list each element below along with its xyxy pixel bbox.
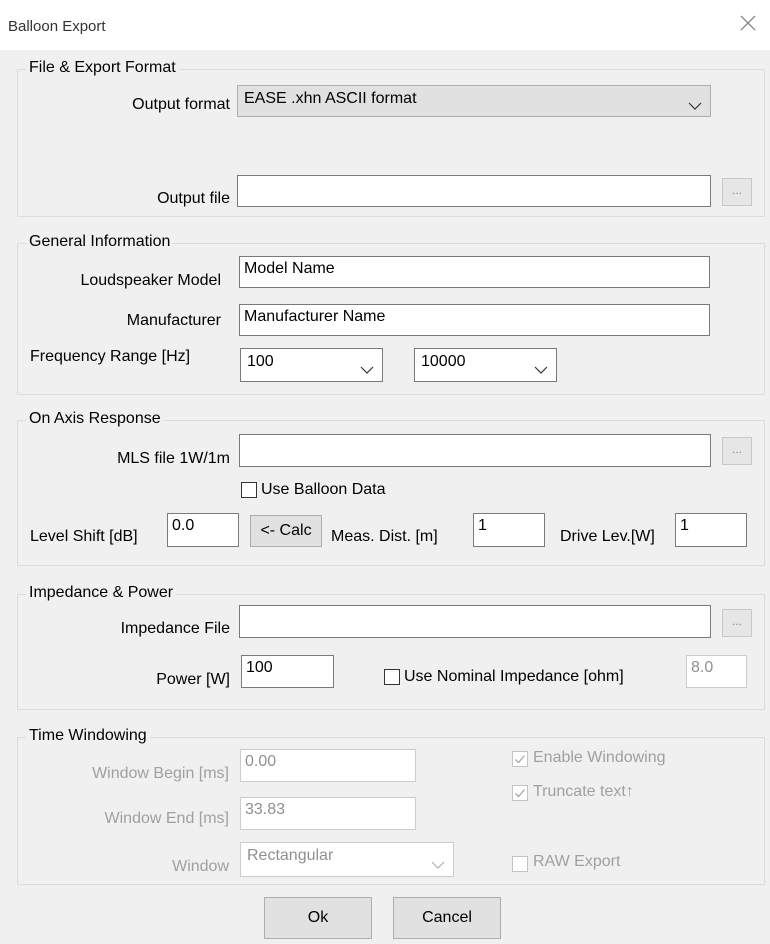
- output-file-browse-button[interactable]: ...: [722, 178, 752, 206]
- loudspeaker-model-label: Loudspeaker Model: [80, 272, 221, 289]
- use-balloon-label: Use Balloon Data: [261, 481, 386, 498]
- window-type-select[interactable]: Rectangular: [240, 842, 454, 877]
- impedance-file-browse-button[interactable]: ...: [722, 609, 752, 637]
- meas-dist-field[interactable]: 1: [473, 513, 545, 547]
- power-label: Power [W]: [156, 671, 230, 688]
- frequency-min-select[interactable]: 100: [240, 348, 383, 382]
- output-file-field[interactable]: [237, 175, 711, 207]
- output-format-value: EASE .xhn ASCII format: [244, 90, 417, 107]
- frequency-max-select[interactable]: 10000: [414, 348, 557, 382]
- window-end-field[interactable]: 33.83: [240, 797, 416, 830]
- output-format-select[interactable]: EASE .xhn ASCII format: [237, 85, 711, 117]
- general-info-legend: General Information: [26, 233, 174, 251]
- checkmark-icon: [515, 755, 525, 764]
- manufacturer-field[interactable]: Manufacturer Name: [239, 304, 710, 336]
- mls-file-field[interactable]: [239, 434, 711, 467]
- loudspeaker-model-field[interactable]: Model Name: [239, 256, 710, 288]
- on-axis-legend: On Axis Response: [26, 410, 164, 428]
- chevron-down-icon: [534, 361, 548, 374]
- manufacturer-label: Manufacturer: [126, 312, 221, 329]
- level-shift-label: Level Shift [dB]: [30, 528, 138, 545]
- output-format-label: Output format: [132, 96, 230, 113]
- impedance-legend: Impedance & Power: [26, 584, 177, 602]
- frequency-max-value: 10000: [421, 353, 466, 370]
- enable-windowing-label: Enable Windowing: [533, 749, 666, 766]
- checkmark-icon: [515, 789, 525, 798]
- balloon-export-dialog: Balloon Export File & Export Format Outp…: [0, 0, 770, 944]
- level-shift-field[interactable]: 0.0: [167, 513, 239, 547]
- truncate-text-label: Truncate text↑: [533, 783, 634, 800]
- nominal-impedance-field[interactable]: 8.0: [686, 655, 747, 688]
- impedance-file-field[interactable]: [239, 605, 711, 638]
- window-begin-label: Window Begin [ms]: [92, 765, 229, 782]
- chevron-down-icon: [431, 856, 445, 869]
- frequency-min-value: 100: [247, 353, 274, 370]
- title-bar: Balloon Export: [0, 0, 770, 50]
- use-balloon-checkbox[interactable]: [241, 482, 257, 498]
- raw-export-label: RAW Export: [533, 853, 621, 870]
- drive-level-field[interactable]: 1: [675, 513, 747, 547]
- window-end-label: Window End [ms]: [104, 810, 229, 827]
- mls-file-browse-button[interactable]: ...: [722, 437, 752, 465]
- impedance-file-label: Impedance File: [120, 620, 230, 637]
- cancel-button[interactable]: Cancel: [393, 897, 501, 939]
- enable-windowing-checkbox[interactable]: [512, 751, 528, 767]
- close-icon[interactable]: [738, 13, 758, 33]
- chevron-down-icon: [360, 361, 374, 374]
- frequency-range-label: Frequency Range [Hz]: [30, 348, 191, 365]
- output-file-label: Output file: [157, 190, 230, 207]
- window-type-value: Rectangular: [247, 847, 334, 864]
- meas-dist-label: Meas. Dist. [m]: [331, 528, 438, 545]
- window-begin-field[interactable]: 0.00: [240, 749, 416, 782]
- power-field[interactable]: 100: [241, 655, 334, 688]
- ok-button[interactable]: Ok: [264, 897, 372, 939]
- mls-file-label: MLS file 1W/1m: [117, 450, 230, 467]
- window-type-label: Window: [172, 858, 229, 875]
- time-windowing-legend: Time Windowing: [26, 727, 150, 745]
- truncate-text-checkbox[interactable]: [512, 785, 528, 801]
- chevron-down-icon: [688, 97, 702, 110]
- use-nominal-impedance-checkbox[interactable]: [384, 669, 400, 685]
- raw-export-checkbox[interactable]: [512, 856, 528, 872]
- drive-level-label: Drive Lev.[W]: [560, 528, 655, 545]
- use-nominal-impedance-label: Use Nominal Impedance [ohm]: [404, 668, 624, 685]
- window-title: Balloon Export: [8, 18, 106, 35]
- calc-button[interactable]: <- Calc: [250, 515, 322, 547]
- file-export-legend: File & Export Format: [26, 59, 179, 77]
